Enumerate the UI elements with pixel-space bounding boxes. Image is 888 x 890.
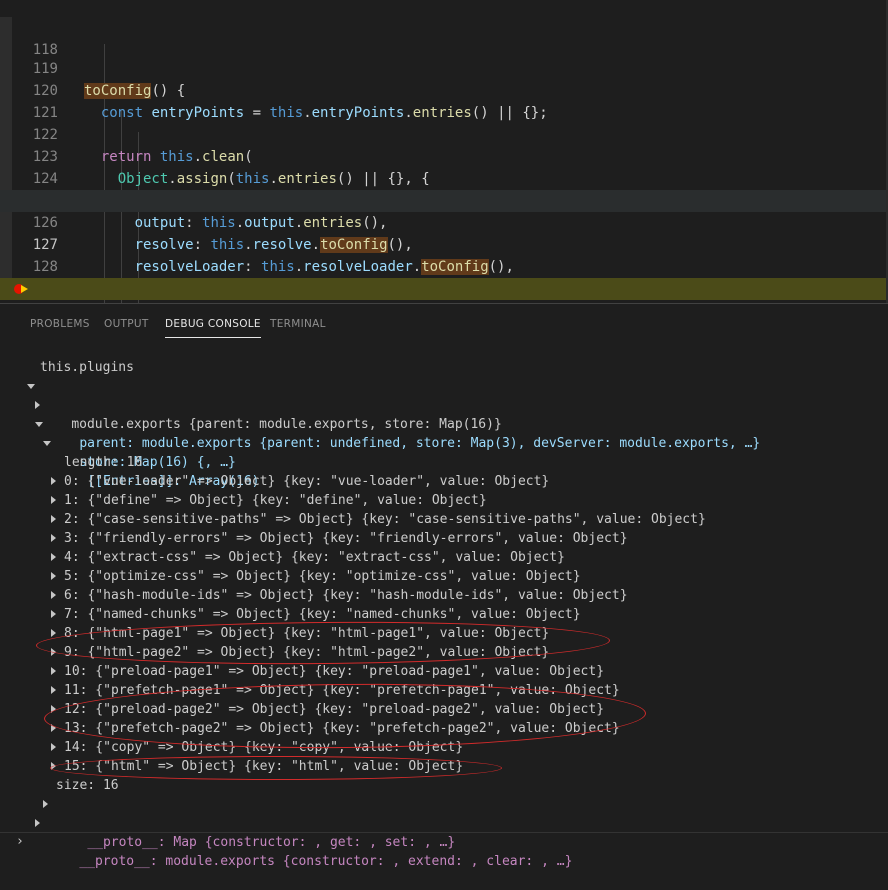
tree-node[interactable]: 4: {"extract-css" => Object} {key: "extr… [51, 548, 565, 567]
tree-node-label: 0: {"vue-loader" => Object} {key: "vue-l… [64, 474, 550, 489]
code-line-paused[interactable]: 131 plugins: this.plugins.values().map(p… [0, 278, 888, 300]
chevron-right-icon[interactable] [51, 515, 56, 523]
tree-node-label: 1: {"define" => Object} {key: "define", … [64, 493, 487, 508]
tree-node[interactable]: 10: {"preload-page1" => Object} {key: "p… [51, 662, 605, 681]
code-line[interactable]: 130 optimization: this.optimization.toCo… [0, 256, 888, 300]
chevron-right-icon[interactable] [51, 610, 56, 618]
tree-node[interactable]: 2: {"case-sensitive-paths" => Object} {k… [51, 510, 706, 529]
tree-node[interactable]: store: Map(16) {, …} [35, 415, 236, 470]
chevron-right-icon[interactable] [51, 629, 56, 637]
chevron-down-icon[interactable] [27, 384, 35, 389]
tree-node[interactable]: [[Entries]]: Array(16) [43, 434, 260, 489]
tree-node[interactable]: 0: {"vue-loader" => Object} {key: "vue-l… [51, 472, 550, 491]
tree-node[interactable]: 3: {"friendly-errors" => Object} {key: "… [51, 529, 628, 548]
tree-node-label: 6: {"hash-module-ids" => Object} {key: "… [64, 588, 628, 603]
tree-node[interactable]: __proto__: Map {constructor: , get: , se… [43, 795, 455, 850]
code-line[interactable]: 128 devServer: this.devServer.toConfig()… [0, 212, 888, 297]
chevron-right-icon[interactable] [35, 401, 40, 409]
tree-node-label: 4: {"extract-css" => Object} {key: "extr… [64, 550, 565, 565]
code-line[interactable]: 120 const entryPoints = this.entryPoints… [0, 36, 888, 121]
tree-node[interactable]: parent: module.exports {parent: undefine… [35, 396, 760, 451]
chevron-right-icon[interactable] [35, 819, 40, 827]
code-line[interactable]: 119 toConfig() { [0, 14, 888, 99]
tree-node[interactable]: __proto__: module.exports {constructor: … [35, 814, 572, 869]
chevron-right-icon[interactable] [51, 553, 56, 561]
chevron-down-icon[interactable] [35, 422, 43, 427]
chevron-right-icon[interactable] [51, 534, 56, 542]
prompt-chevron-icon: › [16, 834, 24, 849]
code-editor[interactable]: 118 119 toConfig() { 120 const entryPoin… [0, 0, 888, 303]
tree-node-label: 2: {"case-sensitive-paths" => Object} {k… [64, 512, 706, 527]
code-line[interactable]: 126 resolve: this.resolve.toConfig(), [0, 168, 888, 253]
annotation-ellipse-html [50, 756, 502, 780]
tab-problems[interactable]: PROBLEMS [30, 318, 90, 330]
chevron-down-icon[interactable] [43, 441, 51, 446]
tree-node-label: 7: {"named-chunks" => Object} {key: "nam… [64, 607, 581, 622]
tree-node-label: 5: {"optimize-css" => Object} {key: "opt… [64, 569, 581, 584]
code-line[interactable]: 123 Object.assign(this.entries() || {}, … [0, 102, 888, 187]
tree-node[interactable]: 5: {"optimize-css" => Object} {key: "opt… [51, 567, 581, 586]
code-line[interactable]: 122 return this.clean( [0, 80, 888, 165]
tree-node-label: 3: {"friendly-errors" => Object} {key: "… [64, 531, 628, 546]
tree-node-label: __proto__: module.exports {constructor: … [79, 854, 573, 869]
tree-leaf: size: 16 [56, 778, 119, 793]
chevron-right-icon[interactable] [51, 743, 56, 751]
tree-node[interactable]: 1: {"define" => Object} {key: "define", … [51, 491, 487, 510]
code-line[interactable]: 125 output: this.output.entries(), [0, 146, 888, 231]
chevron-right-icon[interactable] [51, 572, 56, 580]
code-line-current[interactable]: 127 resolveLoader: this.resolveLoader.to… [0, 190, 888, 275]
tree-node[interactable]: 6: {"hash-module-ids" => Object} {key: "… [51, 586, 628, 605]
breakpoint-paused-icon[interactable] [14, 284, 28, 294]
chevron-right-icon[interactable] [51, 591, 56, 599]
chevron-right-icon[interactable] [51, 667, 56, 675]
console-input-echo: this.plugins [40, 360, 134, 375]
chevron-right-icon[interactable] [51, 496, 56, 504]
tree-node-label: 10: {"preload-page1" => Object} {key: "p… [64, 664, 605, 679]
chevron-right-icon[interactable] [51, 686, 56, 694]
tab-debug-console[interactable]: DEBUG CONSOLE [165, 318, 261, 338]
tree-node[interactable]: module.exports {parent: module.exports, … [27, 377, 502, 432]
chevron-right-icon[interactable] [43, 800, 48, 808]
code-line[interactable]: 129 module: this.module.toConfig(), [0, 234, 888, 297]
code-line[interactable]: 124 node: this.node.entries(), [0, 124, 888, 209]
tab-terminal[interactable]: TERMINAL [270, 318, 326, 330]
code-line[interactable]: 121 [0, 58, 888, 121]
console-input[interactable]: › [0, 832, 888, 853]
tree-leaf: length: 16 [64, 455, 143, 470]
chevron-right-icon[interactable] [51, 477, 56, 485]
tab-output[interactable]: OUTPUT [104, 318, 149, 330]
